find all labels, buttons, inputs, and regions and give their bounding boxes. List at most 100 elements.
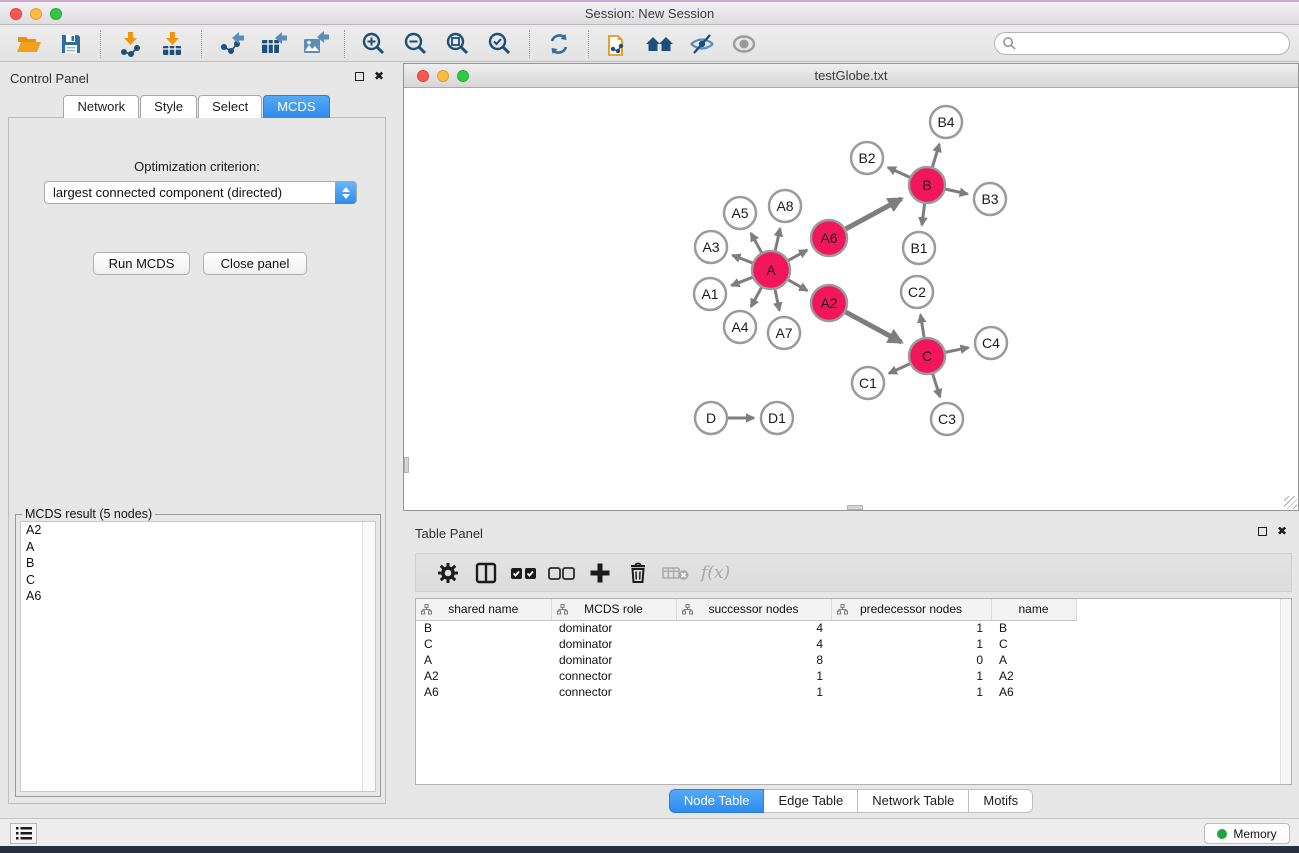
mcds-result-item[interactable]: C (21, 572, 375, 589)
graph-edge-B-B1[interactable] (922, 204, 925, 225)
graph-node-label: C3 (938, 411, 956, 427)
import-network-icon[interactable] (115, 30, 145, 58)
graph-edge-A-A2[interactable] (788, 280, 807, 291)
deselect-all-icon[interactable] (545, 558, 579, 588)
graph-node-label: A3 (702, 239, 719, 255)
col-successor-nodes[interactable]: successor nodes (676, 599, 831, 620)
run-mcds-button[interactable]: Run MCDS (93, 252, 190, 275)
graph-edge-A-A1[interactable] (731, 277, 752, 285)
table-scrollbar[interactable] (1280, 599, 1291, 784)
graph-edge-A-A8[interactable] (775, 228, 780, 250)
search-input[interactable] (1017, 35, 1289, 53)
cybrowser-home-icon[interactable] (645, 30, 675, 58)
memory-button[interactable]: Memory (1204, 823, 1290, 844)
mcds-result-scrollbar[interactable] (362, 522, 375, 791)
delete-column-icon[interactable] (621, 558, 655, 588)
refresh-layout-icon[interactable] (544, 30, 574, 58)
delete-table-icon[interactable] (659, 558, 693, 588)
table-row[interactable]: A6connector11A6 (416, 684, 1076, 700)
show-panels-icon[interactable] (729, 30, 759, 58)
hide-panels-icon[interactable] (687, 30, 717, 58)
export-image-icon[interactable] (300, 30, 330, 58)
table-cell: 0 (831, 652, 991, 668)
zoom-out-icon[interactable] (401, 30, 431, 58)
network-resize-grip[interactable] (1284, 496, 1297, 509)
mcds-result-item[interactable]: B (21, 555, 375, 572)
graph-node-label: C2 (908, 284, 926, 300)
mcds-result-item[interactable]: A2 (21, 522, 375, 539)
close-table-panel-icon[interactable]: ✖ (1277, 526, 1287, 536)
table-row[interactable]: Cdominator41C (416, 636, 1076, 652)
mcds-result-item[interactable]: A (21, 539, 375, 556)
save-session-icon[interactable] (56, 30, 86, 58)
tab-edge-table[interactable]: Edge Table (764, 789, 858, 813)
import-table-icon[interactable] (157, 30, 187, 58)
close-panel-button[interactable]: Close panel (203, 252, 307, 275)
open-session-icon[interactable] (14, 30, 44, 58)
col-mcds-role[interactable]: MCDS role (551, 599, 676, 620)
graph-edge-C-C3[interactable] (933, 374, 940, 397)
col-name[interactable]: name (991, 599, 1076, 620)
graph-edge-C-C2[interactable] (921, 315, 925, 338)
graph-edge-C-C1[interactable] (889, 364, 910, 374)
graph-edge-B-B2[interactable] (888, 167, 910, 177)
task-history-button[interactable] (10, 823, 37, 844)
tab-style[interactable]: Style (140, 95, 197, 118)
graph-edge-A-A5[interactable] (751, 233, 761, 252)
graph-edge-A-A7[interactable] (775, 290, 779, 311)
status-bar: Memory (0, 818, 1299, 846)
select-all-icon[interactable] (507, 558, 541, 588)
network-canvas[interactable]: B4B2BB3A5A8A6B1A3AC2A1A2A4A7C4CC1C3DD1 (404, 89, 1298, 510)
table-cell: A (991, 652, 1076, 668)
add-column-icon[interactable] (583, 558, 617, 588)
settings-gear-icon[interactable] (431, 558, 465, 588)
export-network-icon[interactable] (216, 30, 246, 58)
mcds-result-fieldset: MCDS result (5 nodes) A2ABCA6 (15, 514, 381, 797)
tab-motifs[interactable]: Motifs (969, 789, 1033, 813)
graph-edge-A-A6[interactable] (789, 250, 808, 260)
search-box[interactable] (994, 32, 1290, 55)
close-panel-icon[interactable]: ✖ (374, 71, 384, 81)
graph-node-label: A5 (731, 205, 748, 221)
graph-edge-B-B4[interactable] (932, 144, 939, 167)
float-panel-icon[interactable] (355, 72, 364, 81)
mcds-result-item[interactable]: A6 (21, 588, 375, 605)
column-visibility-icon[interactable] (469, 558, 503, 588)
network-window-titlebar[interactable]: testGlobe.txt (404, 64, 1298, 88)
graph-edge-A6-B[interactable] (846, 199, 902, 229)
tab-network[interactable]: Network (63, 95, 139, 118)
table-header-row: shared name MCDS role successor nodes pr… (416, 599, 1076, 620)
tab-mcds[interactable]: MCDS (263, 95, 329, 118)
graph-edge-A2-C[interactable] (846, 312, 902, 342)
graph-node-label: B2 (858, 150, 875, 166)
table-cell: connector (551, 684, 676, 700)
zoom-in-icon[interactable] (359, 30, 389, 58)
table-cell: A2 (991, 668, 1076, 684)
tab-select[interactable]: Select (198, 95, 262, 118)
network-horizontal-scrollbar[interactable] (847, 505, 863, 510)
table-cell: B (416, 620, 551, 636)
table-row[interactable]: Adominator80A (416, 652, 1076, 668)
optimization-criterion-dropdown[interactable]: largest connected component (directed) (44, 181, 357, 204)
export-table-icon[interactable] (258, 30, 288, 58)
graph-edge-A-A4[interactable] (751, 288, 761, 307)
table-row[interactable]: A2connector11A2 (416, 668, 1076, 684)
table-row[interactable]: Bdominator41B (416, 620, 1076, 636)
graph-node-label: A8 (776, 198, 793, 214)
network-vertical-scrollbar[interactable] (404, 457, 409, 473)
col-predecessor-nodes[interactable]: predecessor nodes (831, 599, 991, 620)
tab-network-table[interactable]: Network Table (858, 789, 969, 813)
col-shared-name[interactable]: shared name (416, 599, 551, 620)
zoom-selected-icon[interactable] (485, 30, 515, 58)
new-network-from-selection-icon[interactable] (603, 30, 633, 58)
graph-edge-C-C4[interactable] (946, 348, 969, 353)
float-table-panel-icon[interactable] (1258, 527, 1267, 536)
zoom-fit-icon[interactable] (443, 30, 473, 58)
table-cell: 1 (831, 684, 991, 700)
tab-node-table[interactable]: Node Table (669, 789, 765, 813)
graph-edge-B-B3[interactable] (946, 189, 968, 194)
graph-node-label: C1 (859, 375, 877, 391)
table-panel: Table Panel ✖ f(x) (403, 520, 1299, 818)
window-title: Session: New Session (0, 6, 1299, 21)
graph-edge-A-A3[interactable] (732, 255, 752, 263)
